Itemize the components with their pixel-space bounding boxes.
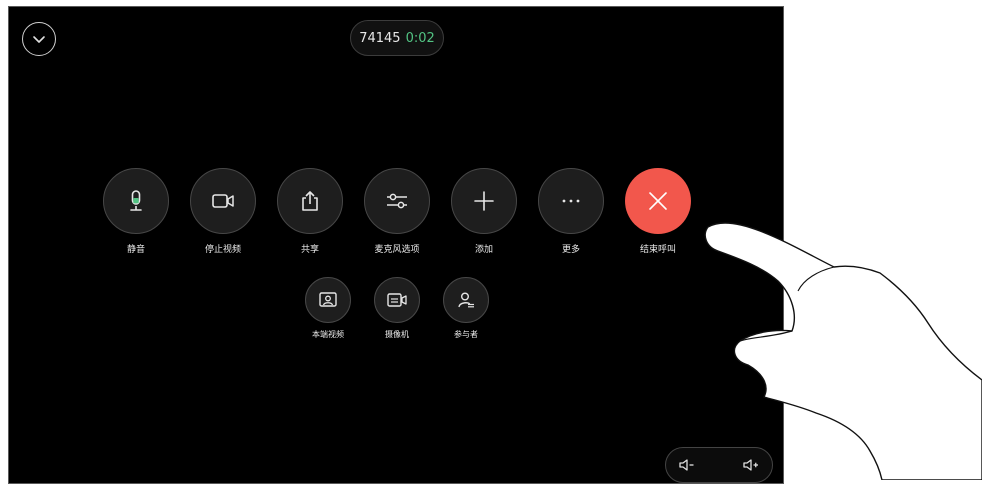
mic-options-button[interactable] (364, 168, 430, 234)
share-icon (302, 191, 318, 211)
volume-down-icon (679, 459, 694, 471)
pointing-hand-illustration (704, 222, 982, 480)
more-icon (562, 199, 580, 203)
close-icon (649, 192, 667, 210)
more-label: 更多 (561, 245, 580, 255)
volume-down-button[interactable] (678, 458, 696, 472)
more-button[interactable] (538, 168, 604, 234)
share-label: 共享 (300, 245, 319, 255)
call-info-pill[interactable]: 74145 0:02 (350, 20, 444, 56)
camera-control-icon (387, 293, 407, 307)
self-view-label: 本端视频 (312, 330, 344, 339)
participants-button[interactable] (443, 277, 489, 323)
add-label: 添加 (474, 245, 493, 255)
more-control[interactable]: 更多 (538, 168, 604, 255)
collapse-button[interactable] (22, 22, 56, 56)
self-view-icon (319, 292, 337, 307)
mic-options-label: 麦克风选项 (374, 245, 420, 255)
call-number: 74145 (359, 30, 401, 46)
add-control[interactable]: 添加 (451, 168, 517, 255)
mute-label: 静音 (126, 245, 145, 255)
stop-video-control[interactable]: 停止视频 (190, 168, 256, 255)
mic-options-control[interactable]: 麦克风选项 (364, 168, 430, 255)
participants-control[interactable]: 参与者 (442, 277, 490, 340)
end-call-control[interactable]: 结束呼叫 (625, 168, 691, 255)
plus-icon (474, 191, 494, 211)
self-view-button[interactable] (305, 277, 351, 323)
stop-video-button[interactable] (190, 168, 256, 234)
call-timer: 0:02 (405, 30, 435, 46)
call-screen: 74145 0:02 静音 停止视频 共享 麦克风选项 添加 更多 结束呼叫 本… (8, 6, 784, 484)
camera-label: 摄像机 (385, 330, 409, 339)
participants-icon (458, 292, 474, 308)
self-view-control[interactable]: 本端视频 (304, 277, 352, 340)
share-control[interactable]: 共享 (277, 168, 343, 255)
sliders-icon (387, 193, 407, 209)
share-button[interactable] (277, 168, 343, 234)
add-button[interactable] (451, 168, 517, 234)
chevron-down-icon (33, 36, 45, 43)
end-call-label: 结束呼叫 (639, 245, 676, 255)
microphone-icon (130, 190, 142, 211)
camera-button[interactable] (374, 277, 420, 323)
camera-control[interactable]: 摄像机 (373, 277, 421, 340)
mute-button[interactable] (103, 168, 169, 234)
video-camera-icon (212, 194, 234, 208)
end-call-button[interactable] (625, 168, 691, 234)
participants-label: 参与者 (454, 330, 478, 339)
mute-control[interactable]: 静音 (103, 168, 169, 255)
stop-video-label: 停止视频 (204, 245, 241, 255)
